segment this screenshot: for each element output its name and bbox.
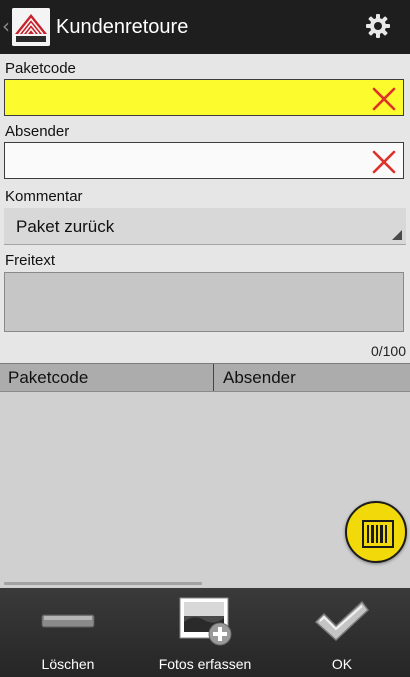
return-form: Paketcode Absender Kommentar Paket zurüc… xyxy=(0,54,410,363)
table-header: Paketcode Absender xyxy=(0,363,410,392)
kommentar-label: Kommentar xyxy=(5,188,83,205)
add-photo-icon xyxy=(179,597,232,646)
check-icon xyxy=(314,600,370,642)
minus-icon xyxy=(41,614,95,628)
gear-icon[interactable] xyxy=(364,12,392,40)
parcel-list[interactable] xyxy=(0,392,410,588)
capture-photos-label: Fotos erfassen xyxy=(158,656,252,672)
column-header-paketcode[interactable]: Paketcode xyxy=(0,364,214,391)
delete-button[interactable]: Löschen xyxy=(0,588,136,677)
kommentar-dropdown[interactable]: Paket zurück xyxy=(4,208,406,245)
paketcode-label: Paketcode xyxy=(5,60,76,77)
app-header: ‹ Kundenretoure xyxy=(0,0,410,54)
freitext-textarea[interactable] xyxy=(4,272,404,332)
bottom-action-bar: Löschen Fotos erfassen OK xyxy=(0,588,410,677)
paketcode-field[interactable] xyxy=(4,79,404,116)
absender-field[interactable] xyxy=(4,142,404,179)
company-logo[interactable] xyxy=(12,8,50,46)
kommentar-selected-value: Paket zurück xyxy=(16,217,115,236)
column-header-absender[interactable]: Absender xyxy=(215,364,410,391)
dropdown-corner-icon xyxy=(392,230,402,240)
scan-barcode-button[interactable] xyxy=(345,501,407,563)
clear-absender-icon[interactable] xyxy=(371,149,397,175)
character-counter: 0/100 xyxy=(370,343,406,359)
ok-button-label: OK xyxy=(331,656,353,672)
ok-button[interactable]: OK xyxy=(274,588,410,677)
horizontal-scroll-indicator[interactable] xyxy=(4,582,202,585)
page-title: Kundenretoure xyxy=(56,16,189,38)
freitext-label: Freitext xyxy=(5,252,56,269)
clear-paketcode-icon[interactable] xyxy=(371,86,397,112)
back-chevron-icon[interactable]: ‹ xyxy=(2,14,10,38)
absender-label: Absender xyxy=(5,123,70,140)
delete-button-label: Löschen xyxy=(41,656,95,672)
barcode-icon xyxy=(362,520,394,548)
capture-photos-button[interactable]: Fotos erfassen xyxy=(136,588,274,677)
